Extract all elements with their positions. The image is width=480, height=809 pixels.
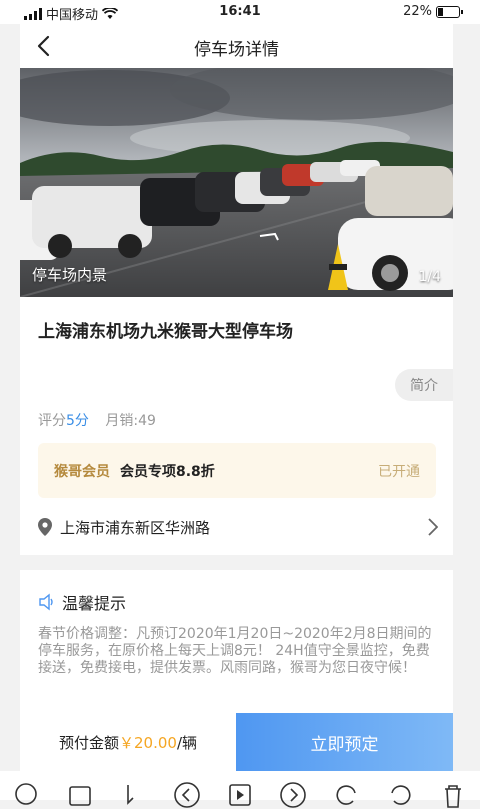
membership-status: 已开通 [378, 463, 420, 480]
battery-info: 22% [403, 4, 463, 19]
tips-title: 温馨提示 [62, 594, 127, 613]
membership-brand: 猴哥会员 [54, 463, 110, 480]
screenshot-icon[interactable] [66, 781, 94, 809]
address-text: 上海市浦东新区华洲路 [60, 518, 211, 537]
back-arrow-icon[interactable] [173, 781, 201, 809]
nav-bar: 停车场详情 [20, 24, 453, 68]
photo-counter: 1/4 [418, 269, 441, 285]
prepay-label: 预付金额 [58, 733, 119, 752]
tips-text: 春节价格调整：凡预订2020年1月20日~2020年2月8日期间的停车服务，在原… [38, 626, 432, 676]
battery-icon [436, 5, 463, 18]
speaker-icon [39, 593, 53, 611]
chevron-right-icon [428, 518, 438, 536]
browser-toolbar [0, 771, 480, 808]
undo-icon[interactable] [386, 781, 414, 809]
rating-label: 评分 [38, 413, 66, 429]
play-icon[interactable] [226, 781, 254, 809]
parking-photo[interactable]: 停车场内景 1/4 [20, 68, 453, 297]
forward-arrow-icon[interactable] [279, 781, 307, 809]
lot-info-card: 上海浦东机场九米猴哥大型停车场 简介 评分5分 月销:49 猴哥会员 会员专项8… [20, 297, 453, 555]
status-bar: 中国移动 16:41 22% [0, 0, 480, 24]
redo-icon[interactable] [333, 781, 361, 809]
monthly-sales: 月销:49 [105, 413, 156, 429]
tips-card: 温馨提示 春节价格调整：凡预订2020年1月20日~2020年2月8日期间的停车… [20, 570, 453, 720]
lot-name: 上海浦东机场九米猴哥大型停车场 [38, 322, 293, 342]
membership-offer: 会员专项8.8折 [120, 463, 215, 480]
trash-icon[interactable] [439, 781, 467, 809]
pointer-icon[interactable] [119, 781, 147, 809]
membership-banner[interactable]: 猴哥会员 会员专项8.8折 已开通 [38, 443, 436, 498]
search-icon[interactable] [13, 781, 41, 809]
battery-percent: 22% [403, 4, 432, 19]
rating-score: 5分 [66, 413, 89, 429]
reserve-button[interactable]: 立即预定 [236, 713, 453, 771]
intro-button[interactable]: 简介 [395, 369, 453, 401]
photo-caption: 停车场内景 [32, 266, 108, 284]
parking-lot-image [20, 68, 453, 297]
prepay-price: ￥20.00 [119, 733, 177, 752]
location-pin-icon [38, 518, 52, 536]
bottom-action-bar: 预付金额 ￥20.00 /辆 立即预定 [20, 713, 453, 771]
rating-row: 评分5分 月销:49 [38, 410, 156, 430]
tips-header: 温馨提示 [38, 590, 126, 614]
prepay-unit: /辆 [176, 733, 198, 752]
page-title: 停车场详情 [194, 40, 279, 60]
prepay-amount: 预付金额 ￥20.00 /辆 [20, 713, 236, 771]
address-row[interactable]: 上海市浦东新区华洲路 [38, 512, 438, 542]
